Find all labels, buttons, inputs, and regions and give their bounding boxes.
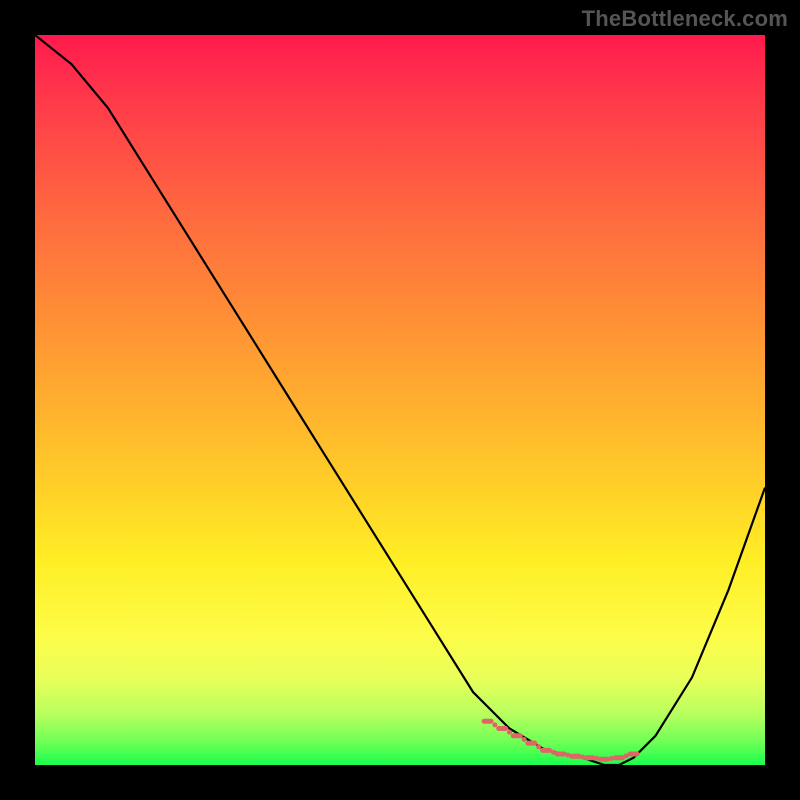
valley-marker-dot: [492, 722, 497, 727]
valley-marker: [540, 748, 552, 753]
plot-area: [35, 35, 765, 765]
valley-marker: [628, 752, 640, 757]
valley-marker: [569, 754, 581, 759]
valley-marker-dot: [522, 737, 527, 742]
valley-marker: [555, 752, 567, 757]
valley-marker: [613, 755, 625, 760]
valley-marker: [584, 755, 596, 760]
bottleneck-curve-svg: [35, 35, 765, 765]
chart-frame: TheBottleneck.com: [0, 0, 800, 800]
bottleneck-curve-path: [35, 35, 765, 765]
watermark-text: TheBottleneck.com: [582, 6, 788, 32]
valley-marker: [525, 741, 537, 746]
valley-marker: [598, 757, 610, 762]
valley-marker: [482, 719, 494, 724]
valley-marker-dot: [507, 730, 512, 735]
valley-marker: [511, 733, 523, 738]
valley-marker-dot: [536, 744, 541, 749]
valley-marker: [496, 726, 508, 731]
